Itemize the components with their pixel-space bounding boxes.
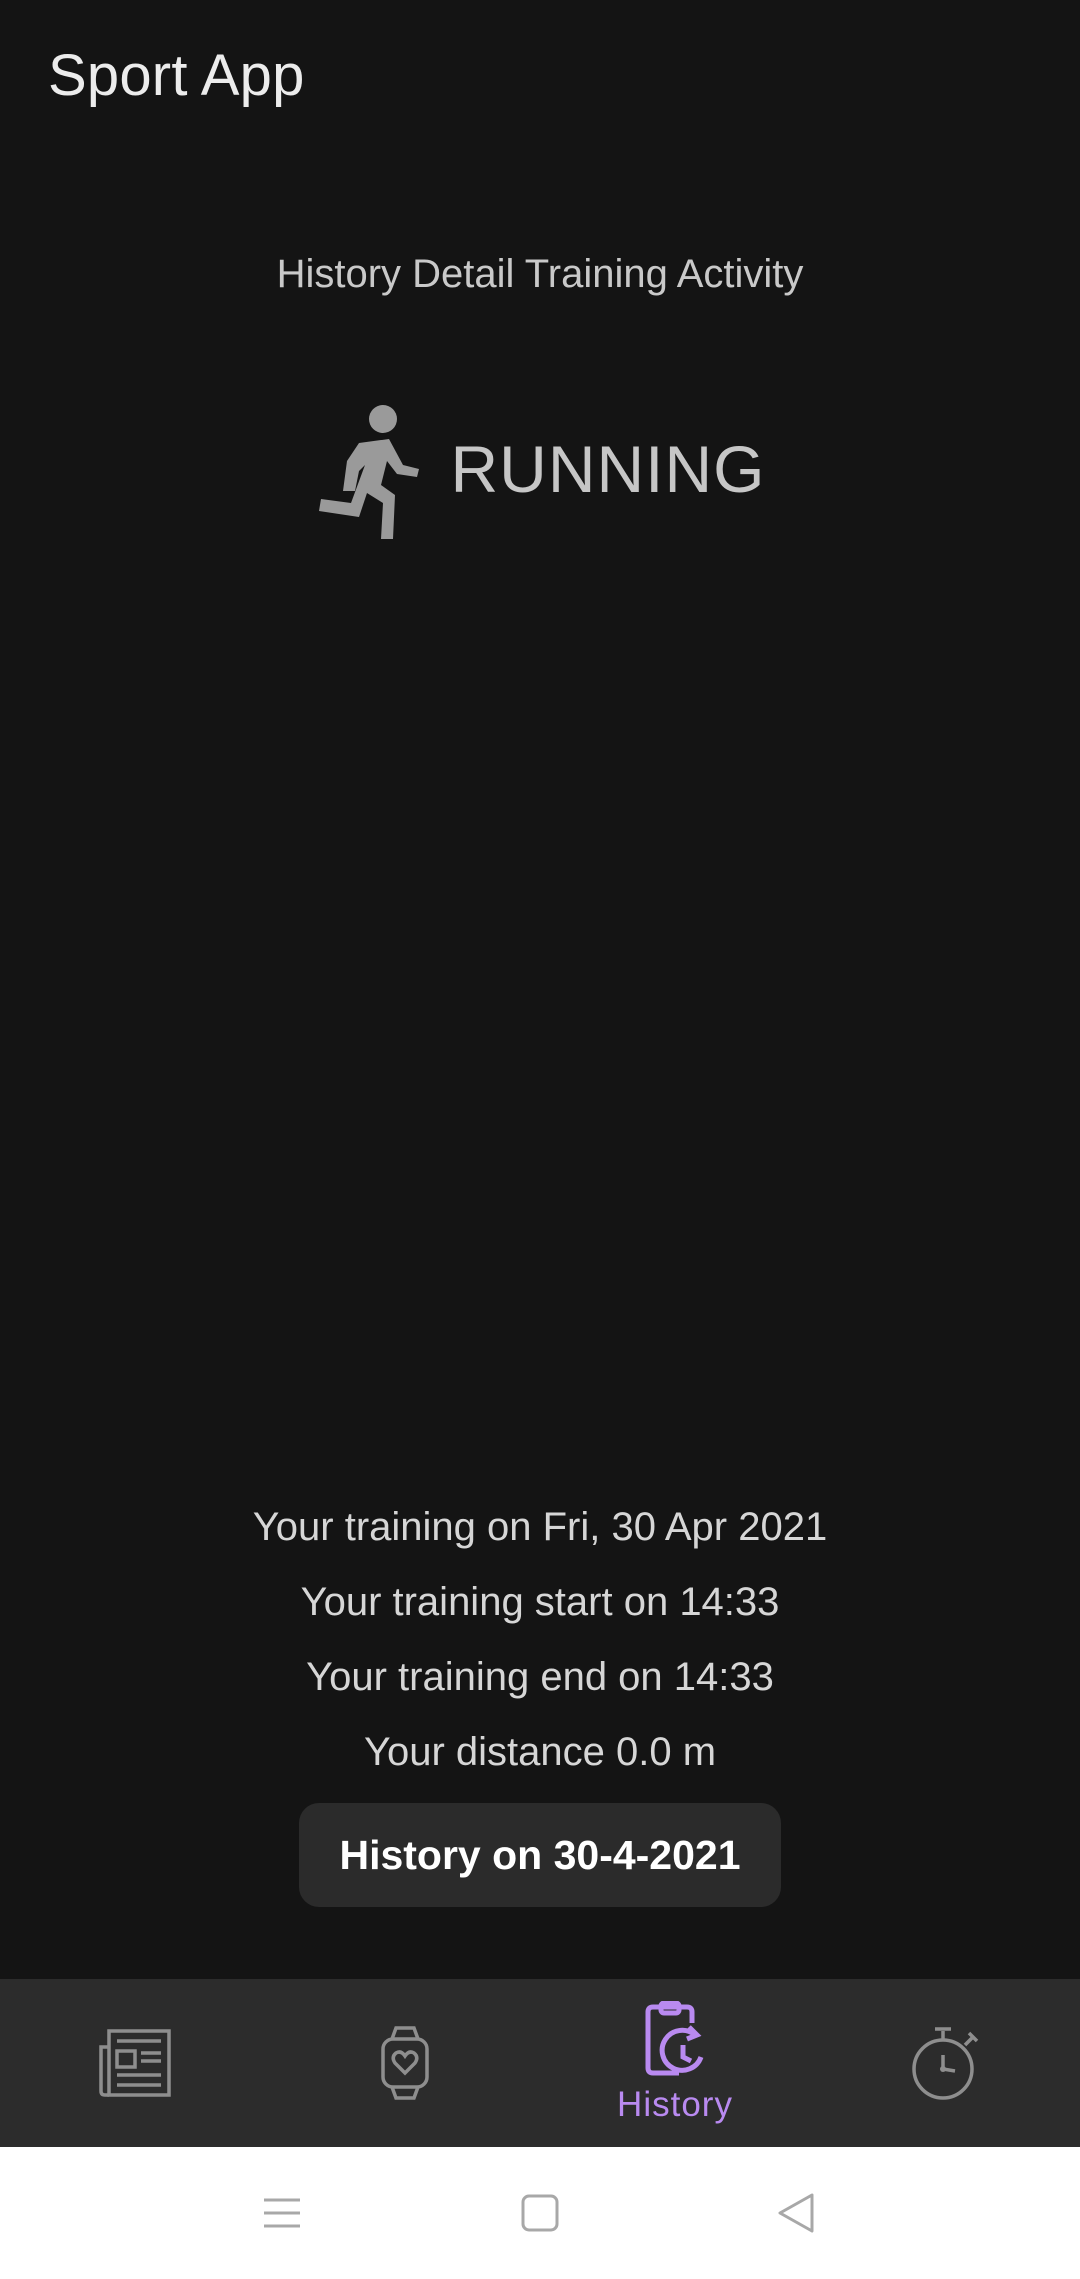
training-start-text: Your training start on 14:33 xyxy=(300,1580,780,1624)
training-end-text: Your training end on 14:33 xyxy=(306,1655,774,1699)
stopwatch-icon xyxy=(912,2027,979,2100)
history-clipboard-icon xyxy=(645,2001,704,2076)
page-heading: History Detail Training Activity xyxy=(276,252,804,296)
back-triangle-icon xyxy=(778,2193,814,2233)
activity-header: RUNNING xyxy=(0,396,1080,542)
newspaper-icon xyxy=(99,2029,171,2097)
nav-item-timer[interactable] xyxy=(810,1979,1080,2147)
system-home-button[interactable] xyxy=(480,2147,600,2279)
nav-item-history[interactable]: History xyxy=(540,1979,810,2147)
system-back-button[interactable] xyxy=(736,2147,856,2279)
nav-item-label: History xyxy=(617,2085,733,2124)
running-person-icon xyxy=(318,405,419,539)
nav-item-watch[interactable] xyxy=(270,1979,540,2147)
app-title: Sport App xyxy=(48,43,305,108)
history-date-button[interactable]: History on 30-4-2021 xyxy=(299,1803,781,1907)
bottom-navigation: History xyxy=(0,1979,1080,2147)
screen: Sport App History Detail Training Activi… xyxy=(0,0,1080,2279)
nav-item-news[interactable] xyxy=(0,1979,270,2147)
distance-text: Your distance 0.0 m xyxy=(363,1730,717,1774)
smartwatch-heart-icon xyxy=(381,2026,429,2100)
system-navigation-bar xyxy=(0,2147,1080,2279)
home-square-icon xyxy=(521,2194,559,2232)
training-date-text: Your training on Fri, 30 Apr 2021 xyxy=(252,1505,828,1549)
activity-name: RUNNING xyxy=(450,432,766,506)
system-menu-button[interactable] xyxy=(222,2147,342,2279)
menu-icon xyxy=(264,2198,300,2228)
